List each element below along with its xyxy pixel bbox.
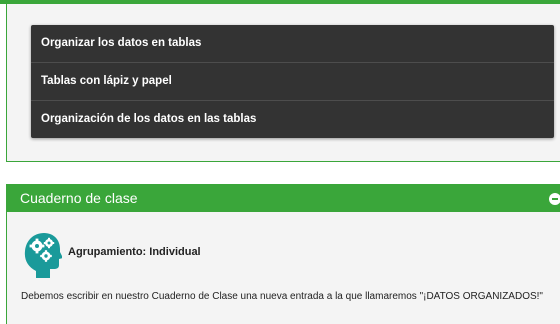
notebook-panel: Cuaderno de clase Agrupamiento: Individu… [6,184,560,324]
grouping-label: Agrupamiento: Individual [68,246,201,258]
activities-panel: Organizar los datos en tablas Tablas con… [6,4,560,162]
notebook-instructions-text: Debemos escribir en nuestro Cuaderno de … [21,291,543,302]
minus-circle-icon[interactable] [549,193,560,205]
menu-item-tablas-lapiz-papel[interactable]: Tablas con lápiz y papel [31,63,554,101]
activities-menu: Organizar los datos en tablas Tablas con… [31,25,554,138]
menu-item-organizar-datos[interactable]: Organizar los datos en tablas [31,25,554,63]
notebook-panel-header[interactable]: Cuaderno de clase [7,184,560,212]
notebook-panel-title: Cuaderno de clase [20,190,138,206]
head-gears-icon [24,233,62,278]
menu-item-organizacion-datos-tablas[interactable]: Organización de los datos en las tablas [31,101,554,138]
